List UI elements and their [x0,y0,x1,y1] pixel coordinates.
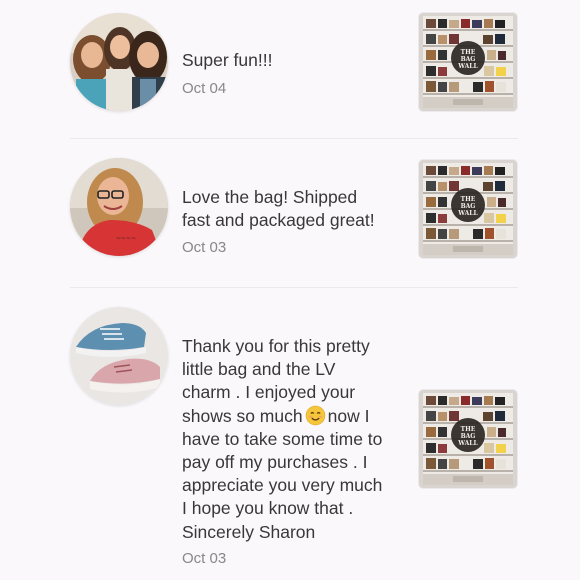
review-date: Oct 03 [182,550,227,567]
avatar-person-photo-icon[interactable]: ~~~~ [70,158,168,256]
review-message: Love the bag! Shipped fast and packaged … [182,186,407,232]
message-line: little bag and the LV [182,359,336,380]
bag-wall-thumbnail-icon[interactable]: THE BAG WALL [419,390,517,488]
svg-text:THE: THE [461,426,476,433]
bag-wall-thumbnail-icon[interactable]: THE BAG WALL [419,13,517,111]
message-line: appreciate you very much [182,475,383,496]
message-line-after-emoji: now I [327,405,370,426]
message-line: Sincerely Sharon [182,521,316,542]
divider [70,138,518,139]
message-line-with-emoji: shows so much now I [182,405,407,428]
avatar-group-photo-icon[interactable] [70,13,168,111]
svg-text:~~~~: ~~~~ [116,235,136,242]
divider [70,287,518,288]
review-date: Oct 04 [182,80,227,97]
svg-text:WALL: WALL [457,210,478,217]
review-date: Oct 03 [182,239,227,256]
svg-text:THE: THE [461,49,476,56]
message-line: Thank you for this pretty [182,336,370,356]
svg-text:WALL: WALL [457,440,478,447]
svg-text:BAG: BAG [461,56,476,63]
svg-text:THE: THE [461,196,476,203]
avatar-sneakers-photo-icon[interactable] [70,307,168,405]
message-line: fast and packaged great! [182,210,375,231]
message-line: Love the bag! Shipped [182,187,358,207]
message-line: pay off my purchases . I [182,452,368,473]
review-message: Super fun!!! [182,49,407,72]
message-line: I hope you know that . [182,498,354,519]
reviews-feed: Super fun!!! Oct 04 THE BAG WALL ~~~~ Lo… [0,0,580,580]
message-line: have to take some time to [182,428,383,449]
svg-text:WALL: WALL [457,63,478,70]
message-line-before-emoji: shows so much [182,405,303,426]
review-message: Thank you for this pretty little bag and… [182,335,407,544]
svg-text:BAG: BAG [461,203,476,210]
svg-text:BAG: BAG [461,433,476,440]
smiling-face-emoji-icon [305,405,325,425]
message-line: Super fun!!! [182,50,273,70]
bag-wall-thumbnail-icon[interactable]: THE BAG WALL [419,160,517,258]
message-line: charm . I enjoyed your [182,382,356,403]
